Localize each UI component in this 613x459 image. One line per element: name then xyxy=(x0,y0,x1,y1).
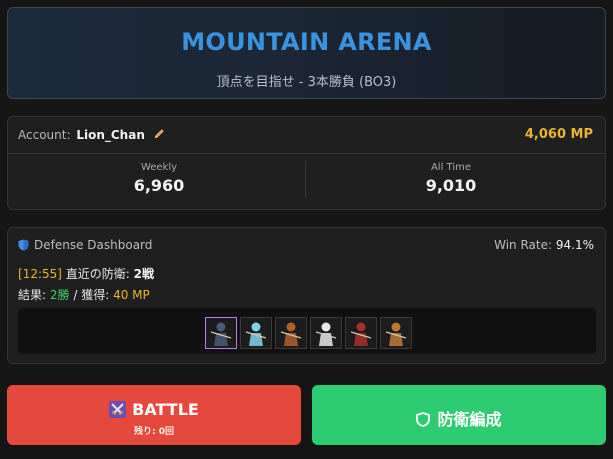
unit-3-icon[interactable] xyxy=(275,317,307,349)
weekly-stat: Weekly 6,960 xyxy=(14,162,304,195)
weekly-label: Weekly xyxy=(140,162,178,173)
defense-dashboard: Defense Dashboard Win Rate: 94.1% [12:55… xyxy=(7,227,606,364)
last-defense-label: 直近の防衛: xyxy=(65,267,130,281)
defense-title: Defense Dashboard xyxy=(34,238,153,252)
page-title: MOUNTAIN ARENA xyxy=(181,28,432,56)
account-row: Account: Lion_Chan 4,060 MP xyxy=(18,127,593,146)
unit-5-icon[interactable] xyxy=(345,317,377,349)
battle-label: BATTLE xyxy=(132,400,199,419)
battle-label-row: BATTLE xyxy=(7,400,301,419)
last-defense-line: [12:55] 直近の防衛: 2戦 xyxy=(18,265,154,282)
page-subtitle: 頂点を目指せ - 3本勝負 (BO3) xyxy=(216,75,397,90)
result-separator: / xyxy=(73,288,78,302)
pencil-icon[interactable] xyxy=(153,128,165,140)
defense-team xyxy=(18,308,596,354)
last-defense-value: 2戦 xyxy=(133,267,155,281)
defense-team-units xyxy=(205,317,412,349)
arena-header: MOUNTAIN ARENA 頂点を目指せ - 3本勝負 (BO3) xyxy=(7,7,606,99)
win-rate-value: 94.1% xyxy=(555,238,594,252)
all-time-value: 9,010 xyxy=(425,176,477,195)
weekly-value: 6,960 xyxy=(133,176,185,195)
unit-2-icon[interactable] xyxy=(240,317,272,349)
account-card: Account: Lion_Chan 4,060 MP Weekly 6,960… xyxy=(7,116,606,210)
account-mp: 4,060 MP xyxy=(524,127,593,142)
win-rate-label: Win Rate: xyxy=(494,238,553,252)
defense-setup-button[interactable]: 防衛編成 xyxy=(312,385,606,445)
result-line: 結果: 2勝 / 獲得: 40 MP xyxy=(18,286,150,303)
defense-setup-label-row: 防衛編成 xyxy=(312,406,606,430)
all-time-label: All Time xyxy=(430,162,472,173)
unit-1-icon[interactable] xyxy=(205,317,237,349)
account-name: Lion_Chan xyxy=(76,128,145,142)
defense-header: Defense Dashboard Win Rate: 94.1% xyxy=(18,238,594,254)
shield-icon xyxy=(18,239,29,251)
win-rate: Win Rate: 94.1% xyxy=(494,238,594,252)
crossed-swords-icon xyxy=(109,401,127,418)
shield-outline-icon xyxy=(416,412,431,427)
defense-setup-label: 防衛編成 xyxy=(437,410,502,429)
divider xyxy=(8,153,605,154)
account-label: Account: xyxy=(18,128,71,142)
unit-4-icon[interactable] xyxy=(310,317,342,349)
result-value: 2勝 xyxy=(49,288,70,302)
all-time-stat: All Time 9,010 xyxy=(306,162,596,195)
earned-label: 獲得: xyxy=(81,288,110,302)
earned-value: 40 MP xyxy=(113,288,150,302)
unit-6-icon[interactable] xyxy=(380,317,412,349)
result-label: 結果: xyxy=(18,288,47,302)
battle-remaining: 残り: 0回 xyxy=(134,427,174,437)
last-defense-time: [12:55] xyxy=(18,267,62,281)
battle-button[interactable]: BATTLE 残り: 0回 xyxy=(7,385,301,445)
